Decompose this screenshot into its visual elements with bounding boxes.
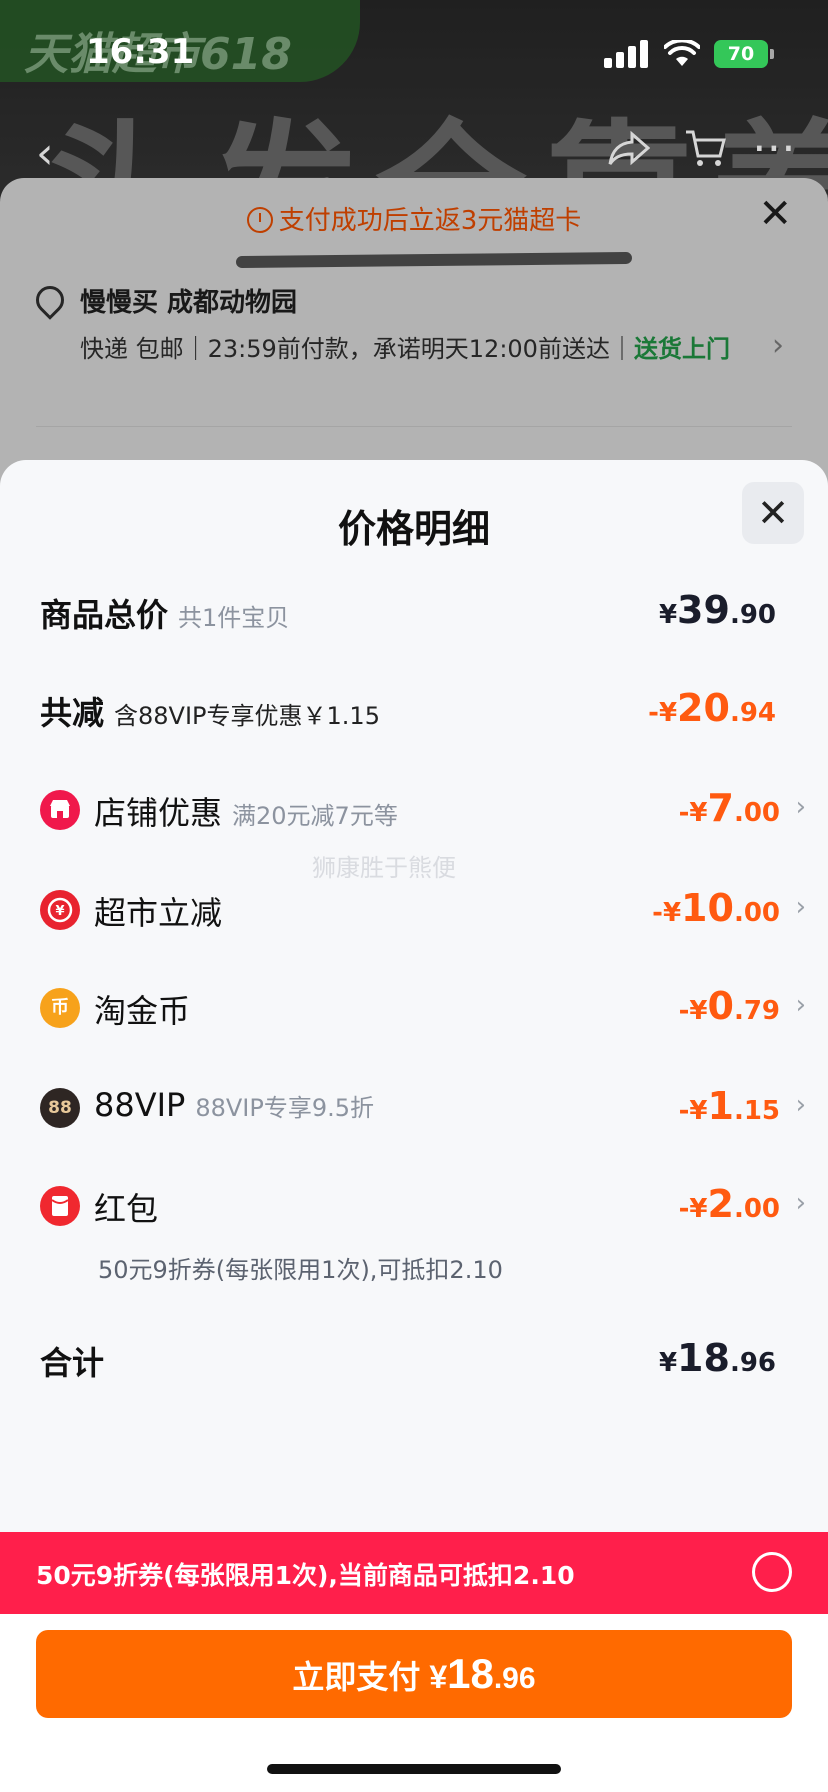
row-total-price: 商品总价 共1件宝贝 ¥39.90 <box>0 582 828 642</box>
red-packet-amount: -¥2.00 <box>678 1182 780 1226</box>
row-sub: 共1件宝贝 <box>178 604 290 632</box>
vip-88-icon: 88 <box>40 1088 80 1128</box>
chevron-right-icon: › <box>795 1188 806 1218</box>
bottom-action-area: 立即支付 ¥18.96 <box>0 1614 828 1792</box>
status-bar: 16:31 70 <box>0 0 828 100</box>
svg-text:¥: ¥ <box>55 904 64 919</box>
status-time: 16:31 <box>86 32 195 72</box>
cashback-notice: 支付成功后立返3元猫超卡 <box>0 200 828 237</box>
row-subtotal: 合计 ¥18.96 <box>0 1330 828 1390</box>
divider <box>36 426 792 427</box>
chevron-right-icon: › <box>795 1090 806 1120</box>
coupon-radio[interactable] <box>752 1552 792 1592</box>
pay-amount-dec: .96 <box>493 1662 536 1695</box>
gold-coin-amount: -¥0.79 <box>678 984 780 1028</box>
wifi-icon <box>664 40 700 66</box>
coupon-text: 50元9折券(每张限用1次),当前商品可抵扣2.10 <box>36 1561 575 1590</box>
row-total-discount: 共减 含88VIP专享优惠￥1.15 -¥20.94 <box>0 680 828 740</box>
location-icon <box>30 280 70 320</box>
coupon-bar[interactable]: 50元9折券(每张限用1次),当前商品可抵扣2.10 <box>0 1532 828 1614</box>
cashback-text: 支付成功后立返3元猫超卡 <box>278 206 582 236</box>
share-icon[interactable] <box>608 130 650 166</box>
chevron-right-icon: › <box>795 792 806 822</box>
row-market-discount[interactable]: ¥ 超市立减 -¥10.00 › <box>0 880 828 940</box>
row-store-discount[interactable]: 店铺优惠 满20元减7元等 -¥7.00 › <box>0 780 828 840</box>
row-label: 红包 <box>94 1190 159 1228</box>
pay-now-button[interactable]: 立即支付 ¥18.96 <box>36 1630 792 1718</box>
red-packet-icon <box>40 1186 80 1226</box>
close-button[interactable]: ✕ <box>742 482 804 544</box>
row-red-packet[interactable]: 红包 -¥2.00 › <box>0 1176 828 1236</box>
total-discount-amount: -¥20.94 <box>648 686 776 730</box>
store-discount-amount: -¥7.00 <box>678 786 780 830</box>
market-discount-amount: -¥10.00 <box>652 886 780 930</box>
redaction-mark <box>235 251 633 269</box>
home-indicator[interactable] <box>267 1764 561 1774</box>
row-label: 商品总价 共1件宝贝 <box>40 596 290 634</box>
row-label: 共减 含88VIP专享优惠￥1.15 <box>40 694 380 732</box>
clock-icon <box>246 207 273 233</box>
total-price-amount: ¥39.90 <box>658 588 776 632</box>
chevron-right-icon: › <box>795 990 806 1020</box>
pay-amount-int: 18 <box>447 1650 494 1697</box>
delivery-highlight: 送货上门 <box>633 335 730 363</box>
sheet-title: 价格明细 <box>337 507 490 551</box>
row-sub: 含88VIP专享优惠￥1.15 <box>114 702 380 730</box>
more-icon[interactable]: ⋯ <box>752 122 796 173</box>
signal-icon <box>604 40 648 68</box>
coin-icon: 币 <box>40 988 80 1028</box>
delivery-info[interactable]: 快递 包邮｜23:59前付款，承诺明天12:00前送达｜送货上门 <box>80 328 740 370</box>
row-gold-coin[interactable]: 币 淘金币 -¥0.79 › <box>0 978 828 1038</box>
row-label: 淘金币 <box>94 992 191 1030</box>
row-label: 店铺优惠 满20元减7元等 <box>94 794 398 832</box>
store-icon <box>40 790 80 830</box>
row-vip[interactable]: 88 88VIP 88VIP专享9.5折 -¥1.15 › <box>0 1078 828 1138</box>
chevron-right-icon[interactable]: › <box>772 328 784 363</box>
address-title[interactable]: 慢慢买 成都动物园 <box>80 282 297 319</box>
row-label: 88VIP 88VIP专享9.5折 <box>94 1086 375 1124</box>
vip-amount: -¥1.15 <box>678 1084 780 1128</box>
cart-icon[interactable] <box>684 128 728 168</box>
row-sub: 满20元减7元等 <box>232 802 398 830</box>
close-icon[interactable]: ✕ <box>758 194 792 234</box>
row-sub: 88VIP专享9.5折 <box>195 1094 375 1122</box>
row-label: 合计 <box>40 1344 105 1382</box>
battery-icon: 70 <box>714 40 768 68</box>
back-icon[interactable]: ‹ <box>36 128 54 179</box>
pay-label: 立即支付 ¥ <box>292 1659 448 1695</box>
subtotal-amount: ¥18.96 <box>658 1336 776 1380</box>
battery-tip <box>770 49 774 59</box>
delivery-text: 快递 包邮｜23:59前付款，承诺明天12:00前送达｜ <box>80 335 634 363</box>
row-label: 超市立减 <box>94 894 223 932</box>
chevron-right-icon: › <box>795 892 806 922</box>
yuan-coupon-icon: ¥ <box>40 890 80 930</box>
close-icon: ✕ <box>757 491 789 535</box>
red-packet-note: 50元9折券(每张限用1次),可抵扣2.10 <box>98 1256 503 1284</box>
watermark: 狮康胜于熊便 <box>312 854 456 882</box>
